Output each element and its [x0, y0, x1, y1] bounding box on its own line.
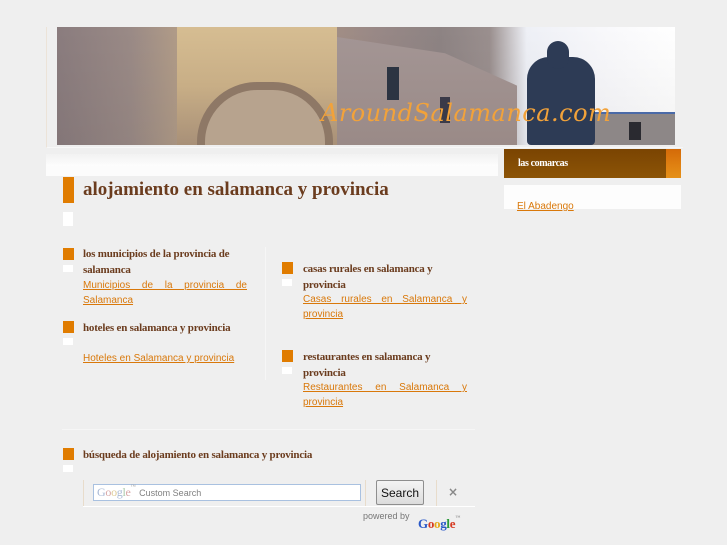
section-marker-sub-icon	[63, 465, 73, 472]
content-top-strip	[46, 154, 498, 166]
google-watermark-logo: Google™	[97, 485, 135, 500]
banner-statue-head	[547, 41, 569, 69]
site-logo[interactable]: AroundSalamanca.com	[321, 99, 611, 127]
google-logo[interactable]: Google™	[418, 516, 460, 532]
powered-by-label: powered by	[363, 511, 410, 521]
column-divider	[265, 247, 266, 380]
sidebar-item-el-abadengo[interactable]: El Abadengo	[517, 201, 574, 212]
search-rule	[436, 480, 437, 506]
search-section-title: búsqueda de alojamiento en salamanca y p…	[83, 449, 313, 461]
trademark: ™	[130, 485, 136, 490]
search-input[interactable]: Google™ Custom Search	[93, 484, 361, 501]
link-casas-rurales[interactable]: Casas rurales en Salamanca y provincia	[303, 292, 467, 322]
banner-window	[387, 67, 399, 100]
banner-wall	[337, 37, 517, 145]
section-marker-icon	[63, 321, 74, 333]
section-marker-icon	[63, 448, 74, 460]
link-restaurantes[interactable]: Restaurantes en Salamanca y provincia	[303, 380, 467, 410]
link-hoteles[interactable]: Hoteles en Salamanca y provincia	[83, 351, 234, 366]
header-banner-image: AroundSalamanca.com	[57, 27, 675, 145]
search-rule	[83, 480, 84, 506]
trademark: ™	[455, 516, 460, 521]
section-marker-icon	[282, 262, 293, 274]
banner-window	[629, 122, 641, 140]
title-marker-sub-icon	[63, 212, 73, 226]
search-button[interactable]: Search	[376, 480, 424, 505]
section-divider	[62, 429, 475, 430]
clear-search-icon[interactable]: ×	[448, 485, 460, 499]
page-title: alojamiento en salamanca y provincia	[83, 179, 389, 200]
search-placeholder: Custom Search	[139, 487, 202, 498]
search-rule	[365, 480, 366, 506]
sidebar-header-accent	[666, 149, 681, 178]
link-municipios[interactable]: Municipios de la provincia de Salamanca	[83, 278, 247, 308]
section-marker-icon	[63, 248, 74, 260]
section-marker-icon	[282, 350, 293, 362]
title-marker-icon	[63, 177, 74, 203]
section-marker-sub-icon	[63, 265, 73, 272]
logo-letter: G	[418, 516, 428, 531]
content-top-strip	[46, 166, 498, 176]
sidebar-title: las comarcas	[518, 158, 568, 169]
section-title-municipios: los municipios de la provincia de salama…	[83, 248, 230, 276]
section-marker-sub-icon	[282, 279, 292, 286]
section-title-casas-rurales: casas rurales en salamanca y provincia	[303, 263, 433, 291]
section-marker-sub-icon	[63, 338, 73, 345]
section-title-hoteles: hoteles en salamanca y provincia	[83, 322, 231, 334]
section-marker-sub-icon	[282, 367, 292, 374]
section-title-restaurantes: restaurantes en salamanca y provincia	[303, 351, 431, 379]
